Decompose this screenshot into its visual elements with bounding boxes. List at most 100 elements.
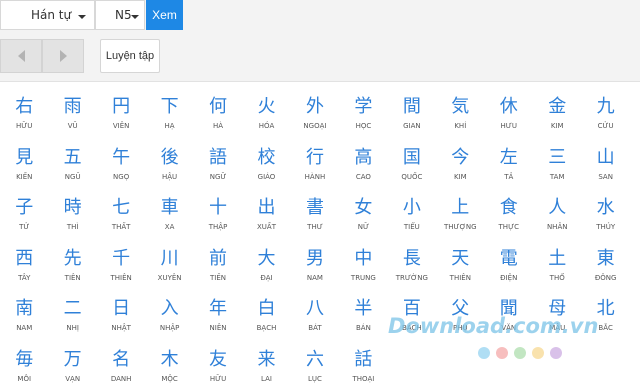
kanji-reading: KIẾN	[16, 172, 33, 181]
kanji-card[interactable]: 入 NHẬP	[145, 298, 193, 349]
kanji-card[interactable]: 友 HỮU	[194, 349, 242, 386]
kanji-character: 右	[15, 96, 34, 117]
kanji-card[interactable]: 中 TRUNG	[339, 248, 387, 299]
kanji-card[interactable]: 雨 VŨ	[48, 96, 96, 147]
kanji-card[interactable]: 千 THIÊN	[97, 248, 145, 299]
kanji-card[interactable]: 気 KHÍ	[436, 96, 484, 147]
view-button[interactable]: Xem	[146, 0, 183, 30]
kanji-card[interactable]: 四 TỨ	[630, 147, 640, 198]
kanji-reading: NGỮ	[209, 172, 227, 181]
kanji-card[interactable]: 来 LAI	[242, 349, 290, 386]
kanji-reading: TẢ	[504, 172, 514, 181]
kanji-card[interactable]: 七 THẤT	[97, 197, 145, 248]
kanji-character: 十	[209, 197, 228, 218]
kanji-card[interactable]: 話 THOẠI	[339, 349, 387, 386]
kanji-card[interactable]: 土 THỔ	[533, 248, 581, 299]
kanji-card[interactable]: 間 GIAN	[388, 96, 436, 147]
practice-button[interactable]: Luyện tập	[100, 39, 160, 73]
kanji-card[interactable]: 学 HỌC	[339, 96, 387, 147]
kanji-reading: HƯU	[500, 122, 517, 130]
kanji-card[interactable]: 書 THƯ	[291, 197, 339, 248]
kanji-card[interactable]: 食 THỰC	[485, 197, 533, 248]
kanji-card[interactable]: 見 KIẾN	[0, 147, 48, 198]
kanji-card[interactable]: 大 ĐẠI	[242, 248, 290, 299]
kanji-character: 男	[305, 247, 324, 269]
kanji-reading: THỔ	[549, 273, 565, 282]
kanji-card[interactable]: 国 QUỐC	[388, 147, 436, 198]
character-type-value: Hán tự	[31, 8, 72, 22]
kanji-card[interactable]: 十 THẬP	[194, 197, 242, 248]
kanji-card[interactable]: 毎 MỖI	[0, 349, 48, 386]
kanji-card[interactable]: 日 NHẬT	[97, 298, 145, 349]
kanji-card[interactable]: 人 NHÂN	[533, 197, 581, 248]
kanji-character: 年	[209, 298, 228, 319]
arrow-left-icon	[17, 50, 25, 62]
kanji-card[interactable]: 校 GIÁO	[242, 147, 290, 198]
kanji-card[interactable]: 車 XA	[145, 197, 193, 248]
kanji-card[interactable]: 出 XUẤT	[242, 197, 290, 248]
kanji-card[interactable]: 午 NGỌ	[97, 147, 145, 198]
kanji-card[interactable]: 先 TIÊN	[48, 248, 96, 299]
kanji-card[interactable]: 前 TIỀN	[194, 248, 242, 299]
kanji-card[interactable]: 西 TÂY	[0, 248, 48, 299]
kanji-card[interactable]: 語 NGỮ	[194, 147, 242, 198]
kanji-card[interactable]: 何 HÀ	[194, 96, 242, 147]
kanji-card[interactable]: 水 THỦY	[581, 197, 629, 248]
kanji-card[interactable]: 読 ĐỘC	[630, 248, 640, 299]
kanji-character: 間	[402, 96, 421, 117]
kanji-card[interactable]: 二 NHỊ	[48, 298, 96, 349]
kanji-card[interactable]: 本 BỔN	[630, 298, 640, 349]
kanji-reading: KIM	[550, 122, 564, 130]
jlpt-level-select[interactable]: N5	[95, 0, 145, 30]
kanji-card[interactable]: 小 TIỂU	[388, 197, 436, 248]
kanji-card[interactable]: 長 TRƯỜNG	[388, 248, 436, 299]
kanji-character: 休	[499, 96, 518, 117]
kanji-card[interactable]: 五 NGŨ	[48, 147, 96, 198]
kanji-card[interactable]: 名 DANH	[97, 349, 145, 386]
next-button[interactable]	[42, 39, 84, 73]
kanji-card[interactable]: 南 NAM	[0, 298, 48, 349]
kanji-card[interactable]: 九 CỬU	[581, 96, 629, 147]
kanji-card[interactable]: 木 MỘC	[145, 349, 193, 386]
kanji-character: 読	[630, 248, 640, 270]
kanji-card[interactable]: 今 KIM	[436, 147, 484, 198]
kanji-card[interactable]: 八 BÁT	[291, 298, 339, 349]
character-type-select[interactable]: Hán tự	[0, 0, 95, 30]
kanji-card[interactable]: 火 HỎA	[242, 96, 290, 147]
kanji-card[interactable]: 右 HỮU	[0, 96, 48, 147]
kanji-card[interactable]: 金 KIM	[533, 96, 581, 147]
kanji-card[interactable]: 休 HƯU	[485, 96, 533, 147]
kanji-card[interactable]: 左 TẢ	[485, 147, 533, 198]
kanji-card[interactable]: 六 LỤC	[291, 349, 339, 386]
kanji-card[interactable]: 三 TAM	[533, 147, 581, 198]
kanji-character: 小	[402, 197, 421, 218]
kanji-card[interactable]: 月 NGUYỆT	[630, 96, 640, 147]
kanji-card[interactable]: 行 HÀNH	[291, 147, 339, 198]
kanji-card[interactable]: 後 HẬU	[145, 147, 193, 198]
kanji-card[interactable]: 東 ĐÔNG	[581, 248, 629, 299]
kanji-card[interactable]: 万 VẠN	[48, 349, 96, 386]
kanji-card[interactable]: 山 SAN	[581, 147, 629, 198]
kanji-card[interactable]: 子 TỬ	[0, 197, 48, 248]
kanji-card[interactable]: 下 HẠ	[145, 96, 193, 147]
kanji-reading: THIÊN	[449, 273, 471, 282]
kanji-card[interactable]: 円 VIÊN	[97, 96, 145, 147]
kanji-card[interactable]: 川 XUYÊN	[145, 248, 193, 299]
kanji-card[interactable]: 外 NGOẠI	[291, 96, 339, 147]
kanji-card[interactable]: 年 NIÊN	[194, 298, 242, 349]
kanji-card[interactable]: 電 ĐIỆN	[485, 248, 533, 299]
previous-button[interactable]	[0, 39, 42, 73]
kanji-character: 千	[112, 247, 131, 269]
kanji-card[interactable]: 時 THÌ	[48, 197, 96, 248]
kanji-card[interactable]: 天 THIÊN	[436, 248, 484, 299]
kanji-card[interactable]: 女 NỮ	[339, 197, 387, 248]
kanji-card[interactable]: 生 SANH	[630, 197, 640, 248]
kanji-card[interactable]: 半 BÁN	[339, 298, 387, 349]
chevron-down-icon	[131, 15, 139, 19]
kanji-card[interactable]: 高 CAO	[339, 147, 387, 198]
kanji-card[interactable]: 上 THƯỢNG	[436, 197, 484, 248]
kanji-character: 語	[209, 146, 228, 168]
kanji-card[interactable]: 白 BẠCH	[242, 298, 290, 349]
kanji-card[interactable]: 男 NAM	[291, 248, 339, 299]
kanji-character: 国	[402, 146, 421, 168]
